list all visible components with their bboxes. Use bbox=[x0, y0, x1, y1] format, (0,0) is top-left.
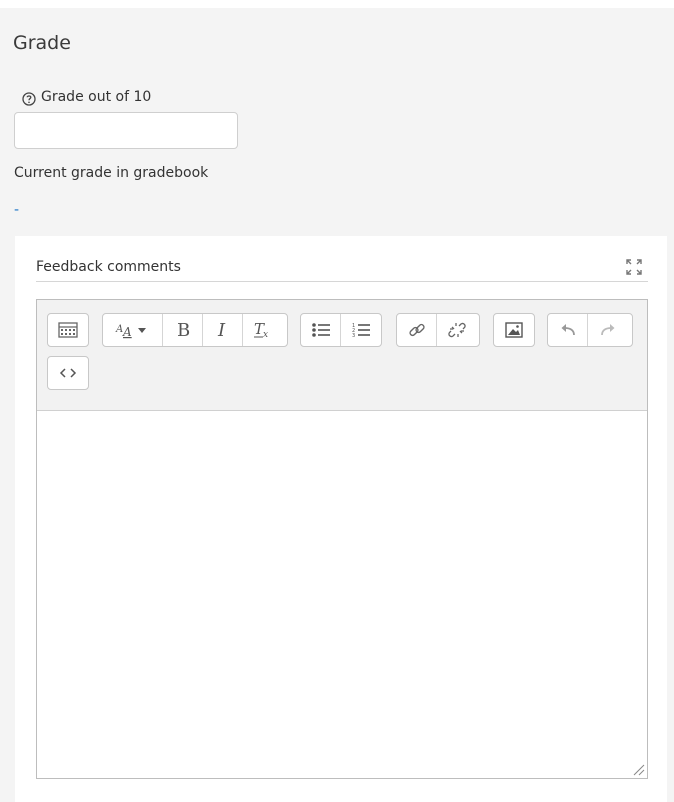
unordered-list-icon bbox=[311, 323, 330, 337]
grade-label: Grade out of 10 bbox=[41, 89, 152, 105]
svg-text:x: x bbox=[263, 330, 268, 340]
italic-icon: I bbox=[217, 320, 226, 340]
clear-formatting-icon: T x bbox=[254, 320, 268, 340]
help-icon[interactable] bbox=[22, 92, 36, 106]
resize-grip-icon[interactable] bbox=[631, 762, 645, 776]
bold-icon: B bbox=[177, 320, 190, 340]
link-button[interactable] bbox=[397, 314, 437, 346]
html-source-button[interactable] bbox=[48, 357, 88, 389]
section-title: Grade bbox=[13, 32, 71, 54]
unordered-list-button[interactable] bbox=[301, 314, 341, 346]
unlink-icon bbox=[448, 322, 466, 338]
unlink-button[interactable] bbox=[437, 314, 477, 346]
feedback-label: Feedback comments bbox=[36, 259, 181, 275]
grade-input[interactable] bbox=[14, 112, 238, 149]
font-style-button[interactable]: A A bbox=[103, 314, 163, 346]
current-grade-label: Current grade in gradebook bbox=[14, 165, 209, 181]
link-icon bbox=[408, 323, 425, 337]
current-grade-value[interactable]: - bbox=[14, 202, 19, 218]
ordered-list-icon: 123 bbox=[352, 323, 370, 339]
toolbar-toggle-icon bbox=[58, 322, 78, 338]
clear-formatting-button[interactable]: T x bbox=[243, 314, 283, 346]
svg-text:A: A bbox=[115, 324, 123, 335]
grade-panel: Grade Grade out of 10 Current grade in g… bbox=[0, 8, 674, 802]
feedback-card: Feedback comments A A B I T x 1 2 3 bbox=[15, 236, 667, 802]
toolbar-group-lists: 123 bbox=[300, 313, 382, 347]
image-icon bbox=[505, 322, 523, 338]
toolbar-group-media bbox=[493, 313, 535, 347]
ordered-list-button[interactable]: 123 bbox=[341, 314, 381, 346]
undo-button[interactable] bbox=[548, 314, 588, 346]
feedback-text-area[interactable] bbox=[37, 411, 647, 778]
expand-icon[interactable] bbox=[625, 258, 643, 276]
image-button[interactable] bbox=[494, 314, 534, 346]
toolbar-group-toggle bbox=[47, 313, 89, 347]
bold-button[interactable]: B bbox=[163, 314, 203, 346]
editor-toolbar: A A B I T x 1 2 3 bbox=[37, 300, 647, 411]
redo-icon bbox=[601, 324, 615, 336]
toolbar-group-text-style: A A B I T x bbox=[102, 313, 288, 347]
svg-text:3: 3 bbox=[352, 333, 355, 339]
toolbar-group-history bbox=[547, 313, 633, 347]
svg-text:I: I bbox=[217, 320, 226, 340]
svg-text:B: B bbox=[177, 320, 190, 340]
toolbar-toggle-button[interactable] bbox=[48, 314, 88, 346]
svg-text:A: A bbox=[122, 325, 132, 339]
feedback-divider bbox=[36, 281, 648, 282]
redo-button[interactable] bbox=[588, 314, 628, 346]
italic-button[interactable]: I bbox=[203, 314, 243, 346]
html-source-icon bbox=[59, 368, 77, 378]
toolbar-group-links bbox=[396, 313, 480, 347]
toolbar-group-html bbox=[47, 356, 89, 390]
font-style-icon: A A bbox=[115, 324, 146, 339]
undo-icon bbox=[561, 324, 575, 336]
feedback-editor: A A B I T x 1 2 3 bbox=[36, 299, 648, 779]
